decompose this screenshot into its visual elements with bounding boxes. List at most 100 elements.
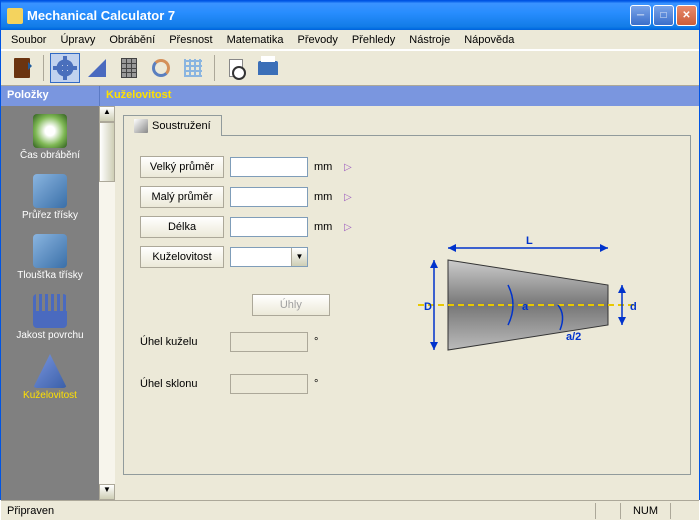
close-button[interactable]: ✕ [676, 5, 697, 26]
panel-header: Položky Kuželovitost [1, 86, 699, 106]
label-delka[interactable]: Délka [140, 216, 224, 238]
input-maly-prumer[interactable] [230, 187, 308, 207]
workspace: Čas obrábění Průřez třísky Tloušťka třís… [1, 106, 699, 500]
menu-soubor[interactable]: Soubor [5, 32, 52, 48]
unit-mm: mm [314, 191, 338, 203]
settings-button[interactable] [50, 53, 80, 83]
input-form: Velký průměr mm ▷ Malý průměr mm ▷ Délka… [140, 156, 352, 454]
preview-button[interactable] [221, 53, 251, 83]
input-delka[interactable] [230, 217, 308, 237]
svg-text:L: L [526, 235, 533, 247]
status-text: Připraven [5, 505, 595, 517]
separator [214, 55, 215, 81]
svg-text:D: D [424, 301, 432, 313]
refresh-button[interactable] [146, 53, 176, 83]
combo-kuzelovitost[interactable]: ▼ [230, 247, 308, 267]
menu-presnost[interactable]: Přesnost [163, 32, 218, 48]
grid-icon [184, 59, 202, 77]
triangle-icon [88, 59, 106, 77]
status-panel [595, 503, 620, 519]
output-uhel-kuzelu [230, 332, 308, 352]
toolbar [1, 50, 699, 86]
sidebar-item-tloustka-trisky[interactable]: Tloušťka třísky [7, 230, 93, 290]
menu-nastroje[interactable]: Nástroje [403, 32, 456, 48]
titlebar: Mechanical Calculator 7 ─ □ ✕ [1, 1, 699, 30]
sidebar-item-cas-obrabeni[interactable]: Čas obrábění [7, 110, 93, 170]
combo-value [231, 248, 291, 266]
window-title: Mechanical Calculator 7 [27, 8, 630, 23]
label-uhel-kuzelu: Úhel kuželu [140, 336, 224, 348]
surface-icon [33, 294, 67, 328]
cone-icon [33, 354, 67, 388]
refresh-icon [152, 59, 170, 77]
grid-button[interactable] [178, 53, 208, 83]
play-icon[interactable]: ▷ [344, 192, 352, 203]
window-buttons: ─ □ ✕ [630, 5, 697, 26]
button-uhly[interactable]: Úhly [252, 294, 330, 316]
sidebar-header: Položky [1, 86, 99, 106]
clock-icon [33, 114, 67, 148]
row-uhel-sklonu: Úhel sklonu ° [140, 374, 352, 394]
scroll-thumb[interactable] [99, 122, 115, 182]
tab-panel: Velký průměr mm ▷ Malý průměr mm ▷ Délka… [123, 135, 691, 475]
status-panel [670, 503, 695, 519]
gear-icon [55, 58, 75, 78]
sidebar-item-kuzelovitost[interactable]: Kuželovitost [7, 350, 93, 410]
svg-text:d: d [630, 301, 637, 313]
calculator-button[interactable] [114, 53, 144, 83]
menu-obrabeni[interactable]: Obrábění [103, 32, 161, 48]
unit-mm: mm [314, 161, 338, 173]
sidebar-item-label: Čas obrábění [7, 150, 93, 162]
cone-diagram: L D d a a/2 [382, 156, 674, 454]
minimize-button[interactable]: ─ [630, 5, 651, 26]
row-velky-prumer: Velký průměr mm ▷ [140, 156, 352, 178]
sidebar-item-label: Jakost povrchu [7, 330, 93, 342]
row-kuzelovitost: Kuželovitost ▼ [140, 246, 352, 268]
unit-deg: ° [314, 378, 338, 390]
statusbar: Připraven NUM [1, 500, 699, 520]
label-kuzelovitost[interactable]: Kuželovitost [140, 246, 224, 268]
play-icon[interactable]: ▷ [344, 162, 352, 173]
sidebar-item-label: Kuželovitost [7, 390, 93, 402]
menu-napoveda[interactable]: Nápověda [458, 32, 520, 48]
sidebar: Čas obrábění Průřez třísky Tloušťka třís… [1, 106, 99, 500]
unit-mm: mm [314, 221, 338, 233]
label-maly-prumer[interactable]: Malý průměr [140, 186, 224, 208]
tab-icon [134, 119, 148, 133]
input-velky-prumer[interactable] [230, 157, 308, 177]
main-panel: Soustružení Velký průměr mm ▷ Malý průmě… [115, 106, 699, 500]
play-icon[interactable]: ▷ [344, 222, 352, 233]
content-header: Kuželovitost [99, 86, 699, 106]
sidebar-item-jakost-povrchu[interactable]: Jakost povrchu [7, 290, 93, 350]
label-uhel-sklonu: Úhel sklonu [140, 378, 224, 390]
maximize-button[interactable]: □ [653, 5, 674, 26]
scroll-down-button[interactable]: ▼ [99, 484, 115, 500]
svg-text:a/2: a/2 [566, 331, 581, 343]
app-icon [7, 8, 23, 24]
row-uhel-kuzelu: Úhel kuželu ° [140, 332, 352, 352]
printer-icon [258, 61, 278, 75]
status-num: NUM [620, 503, 670, 519]
sidebar-scrollbar[interactable]: ▲ ▼ [99, 106, 115, 500]
menu-prevody[interactable]: Převody [291, 32, 343, 48]
row-maly-prumer: Malý průměr mm ▷ [140, 186, 352, 208]
scroll-track[interactable] [99, 122, 115, 484]
print-button[interactable] [253, 53, 283, 83]
menu-matematika[interactable]: Matematika [221, 32, 290, 48]
tab-label: Soustružení [152, 120, 211, 132]
calculator-icon [121, 58, 137, 78]
menu-prehledy[interactable]: Přehledy [346, 32, 401, 48]
output-uhel-sklonu [230, 374, 308, 394]
chevron-down-icon[interactable]: ▼ [291, 248, 307, 266]
svg-text:a: a [522, 301, 529, 313]
angle-tool-button[interactable] [82, 53, 112, 83]
scroll-up-button[interactable]: ▲ [99, 106, 115, 122]
sidebar-item-prurez-trisky[interactable]: Průřez třísky [7, 170, 93, 230]
exit-button[interactable] [7, 53, 37, 83]
label-velky-prumer[interactable]: Velký průměr [140, 156, 224, 178]
menu-upravy[interactable]: Úpravy [54, 32, 101, 48]
tab-soustruzeni[interactable]: Soustružení [123, 115, 222, 136]
separator [43, 55, 44, 81]
sidebar-item-label: Tloušťka třísky [7, 270, 93, 282]
sidebar-item-label: Průřez třísky [7, 210, 93, 222]
